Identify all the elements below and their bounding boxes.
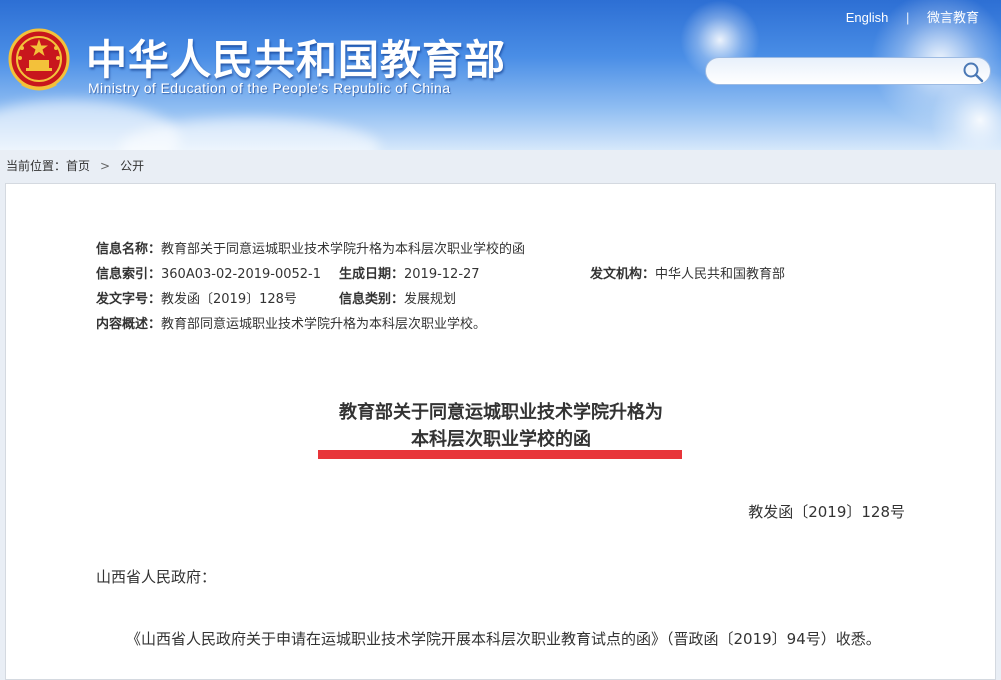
document-addressee: 山西省人民政府： [96, 568, 217, 586]
breadcrumb-prefix: 当前位置： [6, 159, 67, 173]
meta-summary-label: 内容概述： [96, 317, 162, 332]
site-subtitle: Ministry of Education of the People's Re… [88, 80, 451, 96]
meta-date-value: 2019-12-27 [404, 267, 480, 282]
document-title: 教育部关于同意运城职业技术学院升格为 本科层次职业学校的函 [318, 399, 684, 453]
meta-row-org: 发文机构：中华人民共和国教育部 [590, 263, 785, 282]
meta-row-index: 信息索引：360A03-02-2019-0052-1 [96, 263, 321, 282]
meta-row-date: 生成日期：2019-12-27 [339, 263, 480, 282]
meta-category-label: 信息类别： [339, 292, 405, 307]
meta-row-docno: 发文字号：教发函〔2019〕128号 [96, 288, 297, 307]
meta-date-label: 生成日期： [339, 267, 405, 282]
meta-name-label: 信息名称： [96, 242, 162, 257]
meta-name-value: 教育部关于同意运城职业技术学院升格为本科层次职业学校的函 [161, 242, 526, 257]
breadcrumb-public-link[interactable]: 公开 [120, 159, 144, 173]
content-panel: 信息名称：教育部关于同意运城职业技术学院升格为本科层次职业学校的函 信息索引：3… [5, 183, 996, 680]
meta-summary-value: 教育部同意运城职业技术学院升格为本科层次职业学校。 [161, 317, 487, 332]
top-links: English | 微言教育 [846, 7, 979, 26]
site-header: 中华人民共和国教育部 Ministry of Education of the … [0, 0, 1001, 150]
meta-index-label: 信息索引： [96, 267, 162, 282]
search-input[interactable] [718, 58, 962, 86]
title-underline [318, 450, 682, 459]
breadcrumb: 当前位置：首页 > 公开 [6, 157, 144, 174]
meta-org-value: 中华人民共和国教育部 [655, 267, 786, 282]
national-emblem-icon[interactable] [8, 28, 70, 94]
search-box [705, 57, 991, 86]
search-icon[interactable] [962, 61, 984, 83]
breadcrumb-home-link[interactable]: 首页 [66, 159, 90, 173]
meta-category-value: 发展规划 [404, 292, 457, 307]
document-title-line-2: 本科层次职业学校的函 [411, 429, 591, 450]
meta-docno-label: 发文字号： [96, 292, 162, 307]
document-title-line-1: 教育部关于同意运城职业技术学院升格为 [339, 402, 663, 423]
site-title[interactable]: 中华人民共和国教育部 [86, 26, 506, 86]
breadcrumb-separator: > [100, 159, 111, 173]
meta-row-name: 信息名称：教育部关于同意运城职业技术学院升格为本科层次职业学校的函 [96, 238, 525, 257]
meta-row-summary: 内容概述：教育部同意运城职业技术学院升格为本科层次职业学校。 [96, 313, 486, 332]
meta-row-category: 信息类别：发展规划 [339, 288, 456, 307]
document-number: 教发函〔2019〕128号 [748, 503, 905, 521]
meta-org-label: 发文机构： [590, 267, 656, 282]
weiyan-jiaoyu-link[interactable]: 微言教育 [927, 7, 979, 26]
meta-docno-value: 教发函〔2019〕128号 [161, 292, 297, 307]
english-link[interactable]: English [846, 10, 889, 25]
meta-index-value: 360A03-02-2019-0052-1 [161, 267, 322, 282]
document-body-paragraph: 《山西省人民政府关于申请在运城职业技术学院开展本科层次职业教育试点的函》（晋政函… [126, 630, 881, 648]
link-divider: | [905, 10, 910, 25]
